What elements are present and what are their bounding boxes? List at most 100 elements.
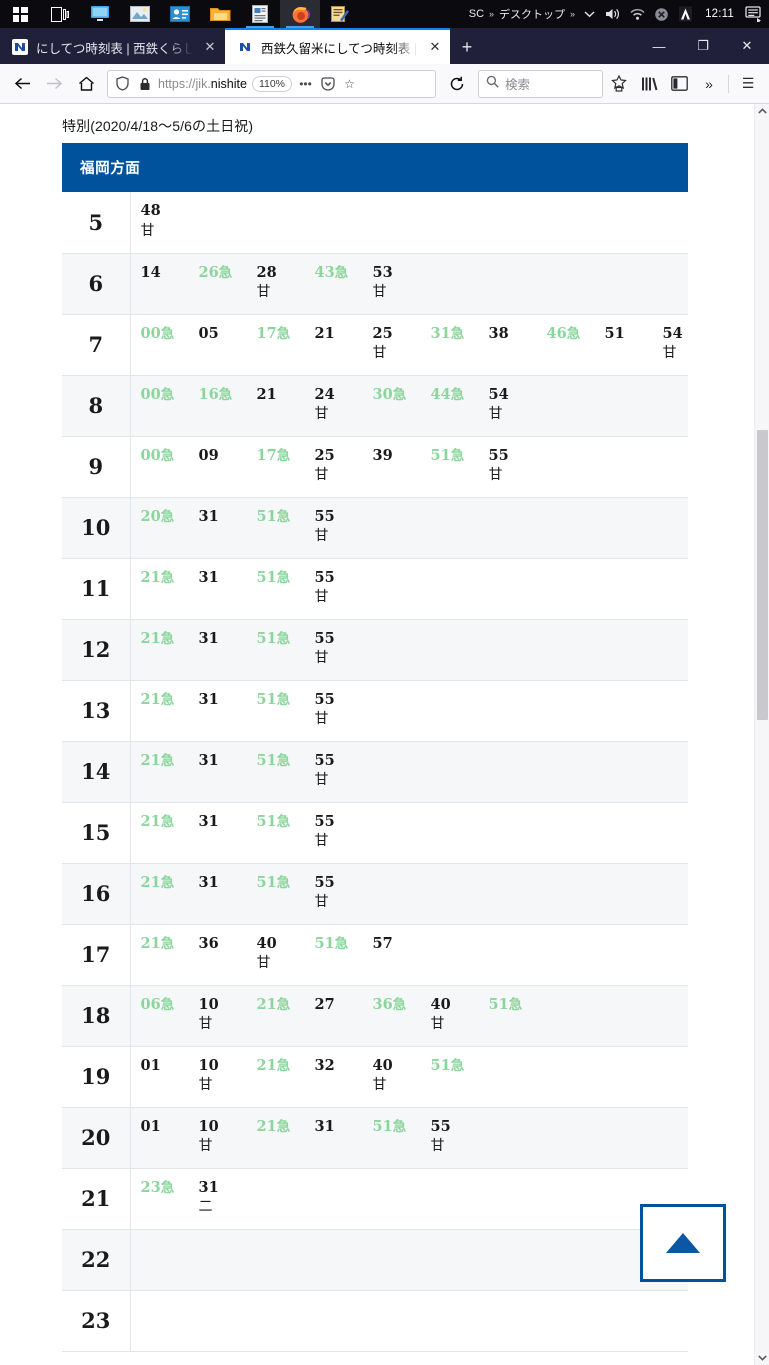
- library-button[interactable]: [635, 69, 663, 99]
- timetable-departure[interactable]: 21急: [257, 1117, 315, 1155]
- timetable-departure[interactable]: 01: [141, 1056, 199, 1094]
- timetable-departure[interactable]: 55 甘: [315, 873, 373, 911]
- contacts-icon[interactable]: [160, 0, 200, 28]
- timetable-departure[interactable]: 10 甘: [199, 995, 257, 1033]
- back-button[interactable]: [7, 69, 37, 99]
- timetable-departure[interactable]: 38: [489, 324, 547, 362]
- timetable-departure[interactable]: 39: [373, 446, 431, 484]
- timetable-departure[interactable]: 26急: [199, 263, 257, 301]
- timetable-departure[interactable]: 31: [199, 751, 257, 789]
- reload-button[interactable]: [442, 69, 472, 99]
- timetable-departure[interactable]: 31: [199, 812, 257, 850]
- timetable-departure[interactable]: 51急: [431, 446, 489, 484]
- timetable-departure[interactable]: 46急: [547, 324, 605, 362]
- timetable-departure[interactable]: 05: [199, 324, 257, 362]
- timetable-departure[interactable]: 32: [315, 1056, 373, 1094]
- timetable-departure[interactable]: 51急: [257, 812, 315, 850]
- network-blocked-icon[interactable]: [650, 0, 672, 28]
- window-minimize-button[interactable]: —: [637, 28, 681, 64]
- timetable-departure[interactable]: 48 甘: [141, 201, 199, 239]
- browser-tab-1[interactable]: にしてつ時刻表 | 西鉄くらしネット ✕: [0, 30, 225, 64]
- timetable-departure[interactable]: 31: [199, 873, 257, 911]
- ime-chevron-icon[interactable]: »: [488, 9, 495, 19]
- timetable-departure[interactable]: 31 二: [199, 1178, 257, 1216]
- timetable-departure[interactable]: 17急: [257, 324, 315, 362]
- timetable-departure[interactable]: 51急: [257, 568, 315, 606]
- timetable-departure[interactable]: 30急: [373, 385, 431, 423]
- timetable-departure[interactable]: 25 甘: [373, 324, 431, 362]
- timetable-departure[interactable]: 21急: [141, 629, 199, 667]
- timetable-departure[interactable]: 51急: [373, 1117, 431, 1155]
- timetable-departure[interactable]: 51急: [489, 995, 547, 1033]
- timetable-departure[interactable]: 28 甘: [257, 263, 315, 301]
- timetable-departure[interactable]: 17急: [257, 446, 315, 484]
- windows-start-icon[interactable]: [0, 0, 40, 28]
- timetable-departure[interactable]: 21: [257, 385, 315, 423]
- timetable-departure[interactable]: 51急: [257, 629, 315, 667]
- timetable-departure[interactable]: 10 甘: [199, 1056, 257, 1094]
- timetable-departure[interactable]: 55 甘: [489, 446, 547, 484]
- page-actions-button[interactable]: •••: [297, 77, 314, 91]
- timetable-departure[interactable]: 31: [199, 568, 257, 606]
- ime-indicator[interactable]: SC: [467, 8, 486, 20]
- bookmark-star-icon[interactable]: ☆: [341, 77, 358, 91]
- firefox-icon[interactable]: [280, 0, 320, 28]
- lock-icon[interactable]: [136, 77, 153, 91]
- timetable-departure[interactable]: 51急: [257, 873, 315, 911]
- remote-desktop-icon[interactable]: [80, 0, 120, 28]
- timetable-departure[interactable]: 55 甘: [431, 1117, 489, 1155]
- taskbar-clock[interactable]: 12:11: [698, 8, 741, 20]
- timetable-departure[interactable]: 51: [605, 324, 663, 362]
- timetable-departure[interactable]: 01: [141, 1117, 199, 1155]
- timetable-departure[interactable]: 16急: [199, 385, 257, 423]
- timetable-departure[interactable]: 43急: [315, 263, 373, 301]
- timetable-departure[interactable]: 54 甘: [489, 385, 547, 423]
- timetable-departure[interactable]: 31急: [431, 324, 489, 362]
- photos-icon[interactable]: [120, 0, 160, 28]
- address-bar-url[interactable]: https://jik.nishite: [158, 77, 247, 91]
- desktop-label[interactable]: デスクトップ: [497, 6, 567, 22]
- timetable-departure[interactable]: 40 甘: [373, 1056, 431, 1094]
- timetable-departure[interactable]: 21: [315, 324, 373, 362]
- screenshot-button[interactable]: [605, 69, 633, 99]
- timetable-departure[interactable]: 31: [199, 690, 257, 728]
- timetable-departure[interactable]: 09: [199, 446, 257, 484]
- timetable-departure[interactable]: 06急: [141, 995, 199, 1033]
- file-explorer-icon[interactable]: [200, 0, 240, 28]
- app-tray-icon[interactable]: [674, 0, 696, 28]
- application-menu-button[interactable]: ☰: [734, 69, 762, 99]
- desktop-chevron-icon[interactable]: »: [569, 9, 576, 19]
- forward-button[interactable]: [39, 69, 69, 99]
- volume-icon[interactable]: [602, 0, 624, 28]
- notification-icon[interactable]: [743, 0, 765, 28]
- timetable-departure[interactable]: 27: [315, 995, 373, 1033]
- scrollbar-thumb[interactable]: [757, 430, 768, 720]
- timetable-departure[interactable]: 14: [141, 263, 199, 301]
- timetable-departure[interactable]: 31: [199, 629, 257, 667]
- timetable-departure[interactable]: 55 甘: [315, 507, 373, 545]
- timetable-departure[interactable]: 55 甘: [315, 568, 373, 606]
- timetable-departure[interactable]: 21急: [141, 751, 199, 789]
- timetable-departure[interactable]: 21急: [257, 995, 315, 1033]
- timetable-departure[interactable]: 40 甘: [431, 995, 489, 1033]
- window-maximize-button[interactable]: ❐: [681, 28, 725, 64]
- timetable-departure[interactable]: 40 甘: [257, 934, 315, 972]
- scroll-to-top-button[interactable]: [640, 1204, 726, 1282]
- timetable-departure[interactable]: 00急: [141, 324, 199, 362]
- timetable-departure[interactable]: 55 甘: [315, 629, 373, 667]
- timetable-departure[interactable]: 53 甘: [373, 263, 431, 301]
- address-bar[interactable]: https://jik.nishite 110% ••• ☆: [107, 69, 436, 98]
- timetable-departure[interactable]: 54 甘: [663, 324, 721, 362]
- show-hidden-icons-chevron-icon[interactable]: [578, 0, 600, 28]
- browser-tab-2-close-icon[interactable]: ✕: [426, 39, 444, 55]
- timetable-departure[interactable]: 21急: [141, 690, 199, 728]
- timetable-departure[interactable]: 36急: [373, 995, 431, 1033]
- tracking-protection-shield-icon[interactable]: [114, 76, 131, 91]
- scrollbar-down-arrow-icon[interactable]: [755, 1350, 769, 1365]
- sidebar-button[interactable]: [665, 69, 693, 99]
- page-scrollbar[interactable]: [754, 104, 769, 1365]
- timetable-departure[interactable]: 10 甘: [199, 1117, 257, 1155]
- timetable-departure[interactable]: 55 甘: [315, 812, 373, 850]
- pocket-icon[interactable]: [319, 76, 336, 91]
- overflow-menu-button[interactable]: »: [695, 69, 723, 99]
